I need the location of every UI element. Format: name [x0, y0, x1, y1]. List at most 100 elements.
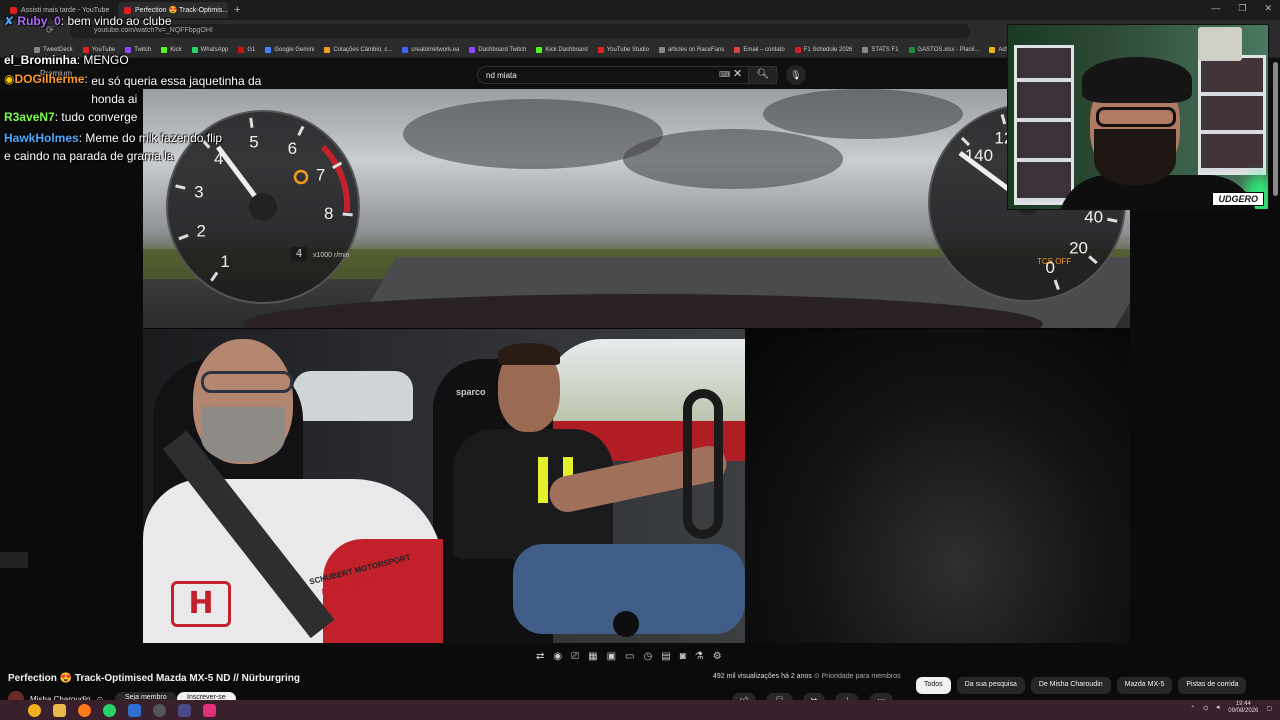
gear-indicator: 4: [291, 247, 307, 261]
clock[interactable]: 19:44 09/08/2026: [1228, 701, 1258, 715]
bookmark-icon: [908, 46, 915, 53]
search-button[interactable]: 🔍︎: [748, 66, 778, 84]
search-input[interactable]: nd miata: [477, 66, 777, 84]
settings-gear-icon[interactable]: ⚙: [713, 651, 722, 662]
search-icon: 🔍︎: [756, 69, 770, 80]
harness-strap: [538, 457, 548, 503]
miniplayer-icon[interactable]: ▭: [625, 651, 634, 662]
tach-unit-label: x1000 r/min: [313, 252, 350, 259]
tach-label: 7: [316, 166, 325, 185]
chat-username: DOGilherme: [14, 72, 85, 86]
chat-text: bem vindo ao clube: [67, 14, 172, 28]
volume-icon[interactable]: 🔊︎: [1217, 705, 1221, 712]
chip-race-tracks[interactable]: Pistas de corrida: [1178, 677, 1247, 694]
chat-message: el_Brominha: MENGO: [4, 53, 129, 67]
bookmark-item[interactable]: YouTube Studio: [597, 46, 649, 53]
cast-icon[interactable]: ⎚: [571, 651, 579, 662]
close-window-icon[interactable]: ✕: [1264, 3, 1272, 14]
camera-icon[interactable]: ◙: [680, 651, 686, 662]
chat-text: tudo converge: [61, 110, 138, 124]
bookmark-icon: [402, 46, 409, 53]
tach-label: 6: [288, 139, 297, 158]
chrome-icon[interactable]: [28, 703, 41, 717]
speed-label: 20: [1069, 238, 1088, 257]
speed-icon[interactable]: ◷: [643, 651, 652, 662]
page-scrollbar[interactable]: [1273, 62, 1278, 196]
view-count: 492 mil visualizações: [713, 673, 780, 680]
screenshot-icon[interactable]: ▣: [607, 651, 616, 662]
browser-icon[interactable]: [78, 703, 91, 717]
audio-icon[interactable]: ◉: [553, 651, 562, 662]
bookmark-item[interactable]: articles on RaceFans: [658, 46, 724, 53]
tach-label: 8: [324, 204, 333, 223]
chat-message: ◉DOGilherme: eu só queria essa jaquetinh…: [4, 72, 291, 108]
bookmark-item[interactable]: Kick Dashboard: [536, 46, 588, 53]
bookmark-item[interactable]: F1 Schedule 2026: [794, 46, 852, 53]
side-widget: [0, 552, 28, 568]
app-icon[interactable]: [128, 703, 141, 717]
gear-shifter: [613, 611, 639, 637]
chip-mazda-mx5[interactable]: Mazda MX-5: [1116, 677, 1173, 694]
new-tab-button[interactable]: +: [234, 4, 240, 16]
chip-from-search[interactable]: Da sua pesquisa: [956, 677, 1025, 694]
bookmark-item[interactable]: GASTOS.xlsx - Planil...: [908, 46, 979, 53]
chat-username: Ruby_0: [17, 14, 61, 28]
bookmark-icon: [265, 46, 272, 53]
steering-wheel: [683, 389, 723, 539]
chat-message: ✘ Ruby_0: bem vindo ao clube: [4, 14, 172, 28]
video-player[interactable]: 12345678x1000 r/min 4 020406080100120140…: [143, 89, 1130, 643]
maximize-icon[interactable]: ❐: [1238, 3, 1246, 14]
clear-search-icon[interactable]: ✕: [733, 67, 742, 80]
bookmark-icon: [862, 46, 869, 53]
retro-monitor: [1198, 27, 1242, 61]
tray-expand-icon[interactable]: ⌃: [1190, 705, 1195, 712]
tach-tick: [249, 117, 254, 128]
driver-hair: [498, 343, 560, 365]
voice-search-button[interactable]: 🎙︎: [786, 65, 806, 85]
upload-age: há 2 anos: [781, 673, 812, 680]
calendar-icon[interactable]: ▦: [588, 651, 597, 662]
bookmark-icon: [597, 46, 604, 53]
tach-tick: [342, 212, 353, 217]
onboard-camera-view: 12345678x1000 r/min 4 020406080100120140…: [143, 89, 1130, 328]
file-explorer-icon[interactable]: [53, 703, 66, 717]
keyboard-icon[interactable]: ⌨: [719, 70, 731, 79]
bookmark-icon: [469, 46, 476, 53]
bookmark-icon: [989, 46, 996, 53]
chat-username: R3aveN7: [4, 110, 55, 124]
network-icon[interactable]: ⌬: [1203, 705, 1208, 712]
obs-icon[interactable]: [153, 703, 166, 717]
chip-all[interactable]: Todos: [916, 677, 951, 694]
app-icon[interactable]: [178, 703, 191, 717]
notification-icon[interactable]: ▢: [1266, 705, 1272, 712]
chip-from-channel[interactable]: De Misha Charoudin: [1030, 677, 1111, 694]
video-title: Perfection 😍 Track-Optimised Mazda MX-5 …: [8, 673, 300, 684]
minimize-icon[interactable]: —: [1211, 3, 1220, 14]
chat-message: HawkHolmes: Meme do mlk fazendo flip e c…: [4, 131, 223, 163]
tach-label: 2: [197, 221, 206, 240]
bookshelf: [1198, 55, 1266, 175]
loop-icon[interactable]: ⇄: [536, 651, 544, 662]
app-icon[interactable]: [203, 703, 216, 717]
bookmark-item[interactable]: Cotações Câmbio, c...: [324, 46, 392, 53]
date: 09/08/2026: [1228, 708, 1259, 714]
bookmark-item[interactable]: creatornetwork.ea: [402, 46, 459, 53]
flask-icon[interactable]: ⚗: [695, 651, 704, 662]
streamer-webcam: UDGERO: [1007, 24, 1269, 210]
whatsapp-icon[interactable]: [103, 703, 116, 717]
cloud: [623, 129, 843, 189]
priority-icon: ⊙: [813, 673, 822, 680]
streamer-beard: [1094, 129, 1176, 185]
bookmark-item[interactable]: G1: [238, 46, 255, 53]
screen: Assisti mais tarde - YouTube ✕ Perfectio…: [0, 0, 1280, 720]
bookmark-item[interactable]: Email – contato: [734, 46, 785, 53]
bookmark-item[interactable]: Google Gemini: [265, 46, 314, 53]
bookmark-item[interactable]: STATS F1: [862, 46, 899, 53]
theater-icon[interactable]: ▤: [661, 651, 670, 662]
bookshelf: [1014, 45, 1074, 205]
passenger-glasses: [201, 371, 293, 393]
bookmark-icon: [536, 46, 543, 53]
os-taskbar: [0, 700, 1280, 720]
chat-username: el_Brominha: [4, 53, 77, 67]
bookmark-item[interactable]: Dashboard Twitch: [469, 46, 526, 53]
